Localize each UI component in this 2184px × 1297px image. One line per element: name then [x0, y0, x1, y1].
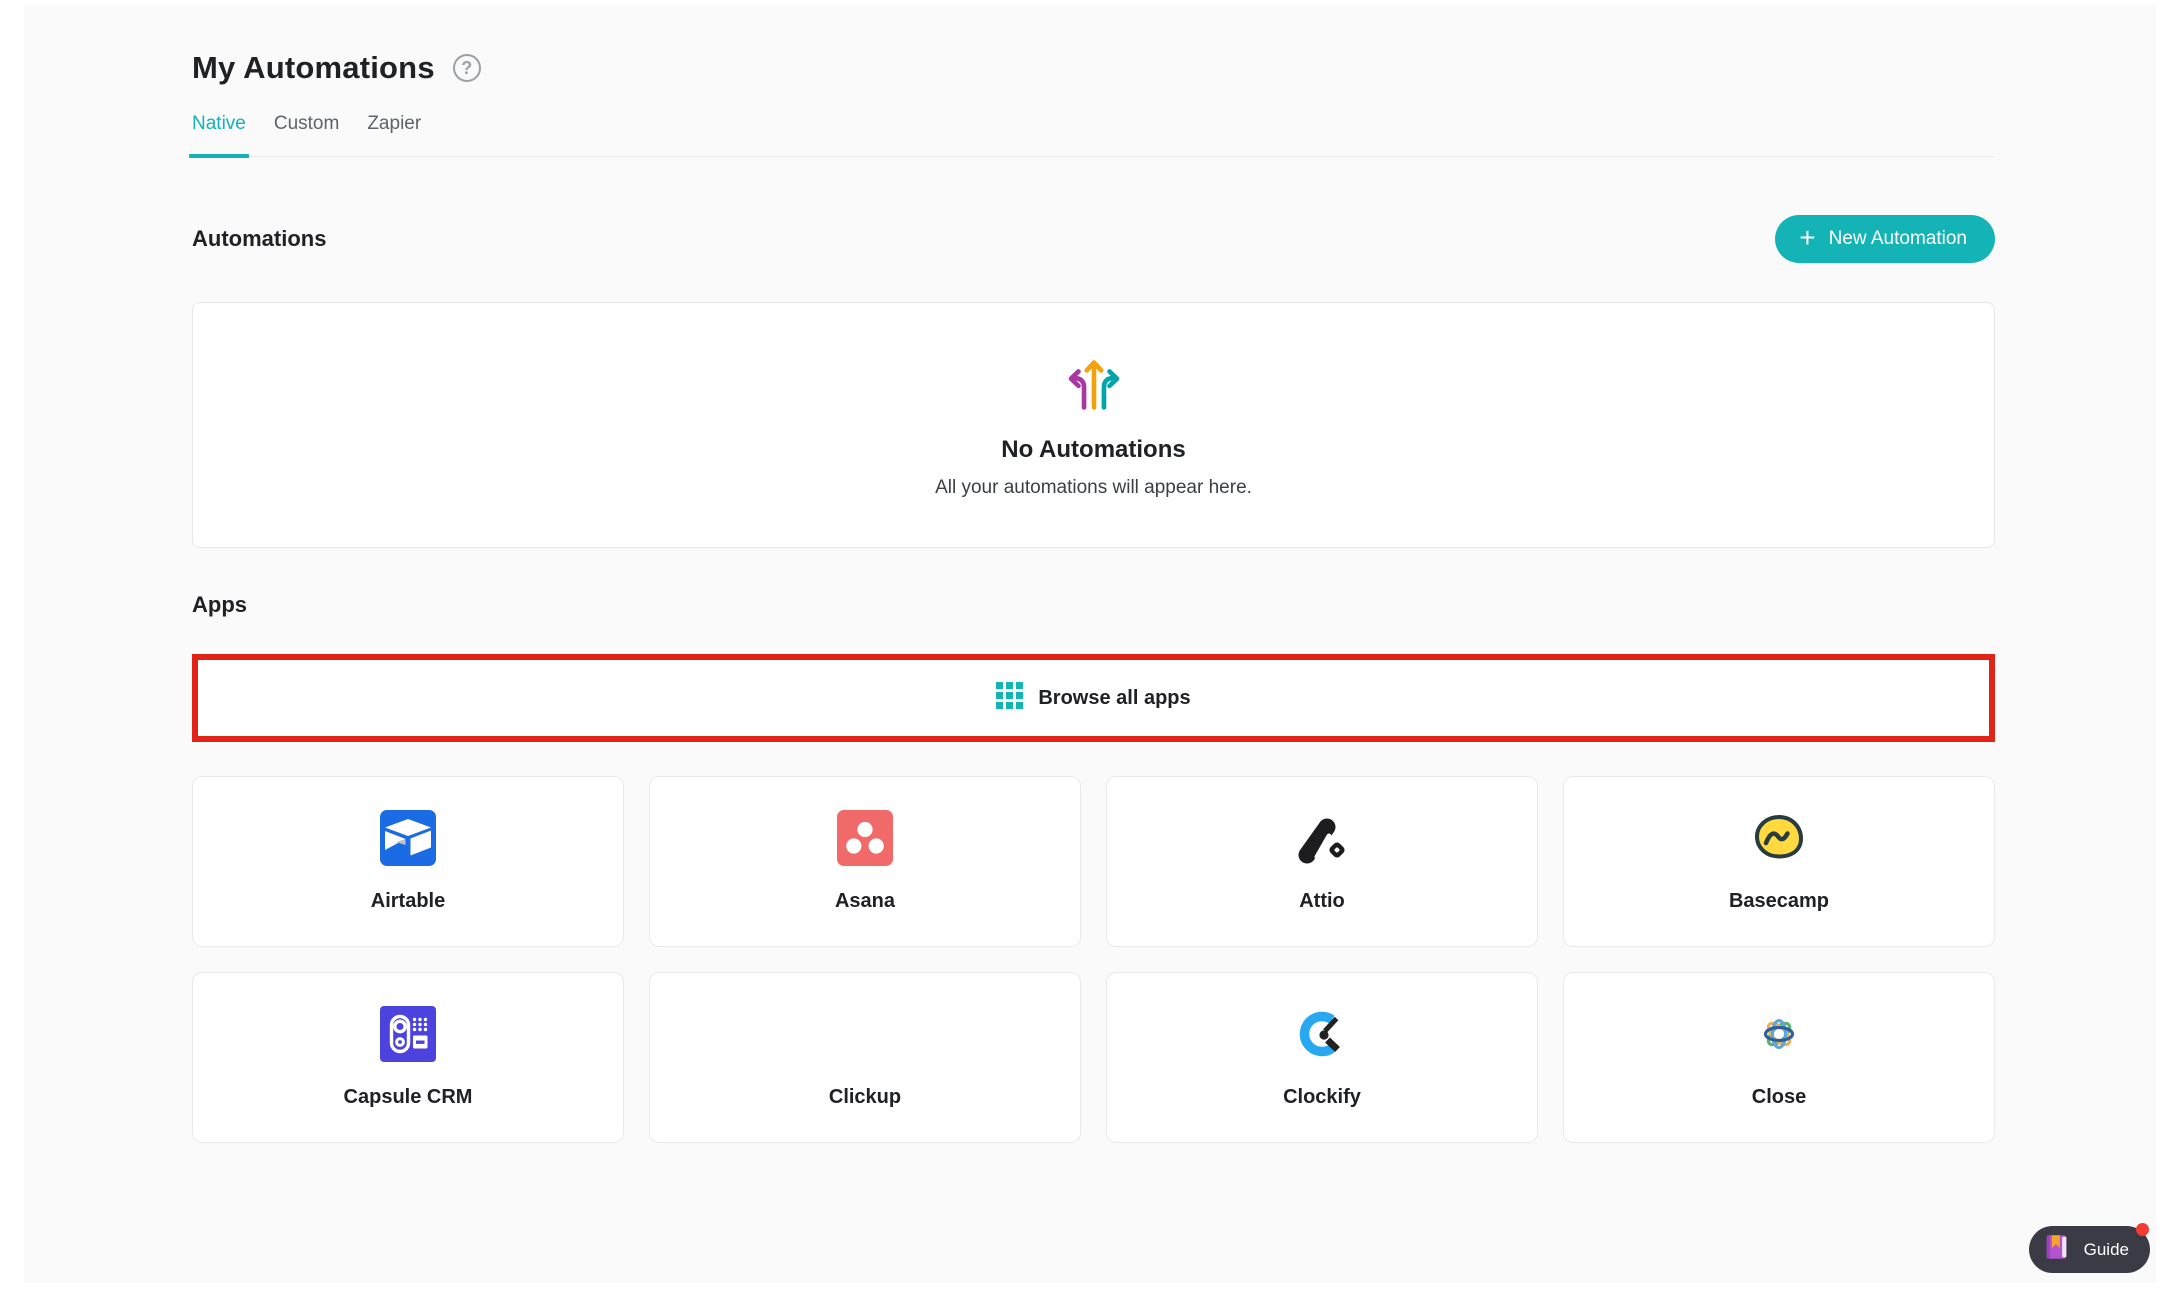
app-card-airtable[interactable]: Airtable	[192, 776, 624, 947]
apps-heading: Apps	[192, 592, 1995, 618]
guide-button[interactable]: Guide	[2029, 1226, 2150, 1273]
new-automation-label: New Automation	[1829, 228, 1967, 250]
page-header: My Automations ?	[192, 50, 1995, 86]
browse-all-apps-label: Browse all apps	[1038, 687, 1190, 710]
empty-state-subtitle: All your automations will appear here.	[935, 477, 1252, 499]
app-name: Airtable	[371, 890, 445, 913]
tab-zapier[interactable]: Zapier	[367, 113, 421, 156]
attio-icon	[1294, 810, 1350, 866]
app-name: Asana	[835, 890, 895, 913]
close-crm-icon	[1751, 1006, 1807, 1062]
app-name: Clickup	[829, 1086, 901, 1109]
tab-custom[interactable]: Custom	[274, 113, 339, 156]
app-card-close[interactable]: Close	[1563, 972, 1995, 1143]
clockify-icon	[1294, 1006, 1350, 1062]
airtable-icon	[380, 810, 436, 866]
automations-heading: Automations	[192, 226, 326, 252]
basecamp-icon	[1751, 810, 1807, 866]
tab-native[interactable]: Native	[192, 113, 246, 156]
branching-arrows-icon	[1063, 351, 1125, 418]
notification-dot	[2136, 1223, 2149, 1236]
highlight-border: Browse all apps	[192, 654, 1995, 742]
app-card-clockify[interactable]: Clockify	[1106, 972, 1538, 1143]
book-icon	[2042, 1232, 2072, 1267]
main-content: My Automations ? Native Custom Zapier Auto…	[24, 4, 2156, 1143]
asana-icon	[837, 810, 893, 866]
app-name: Close	[1752, 1086, 1806, 1109]
empty-state-title: No Automations	[1001, 436, 1185, 464]
tabs: Native Custom Zapier	[192, 113, 1995, 157]
grid-icon	[996, 682, 1023, 714]
automations-section-header: Automations + New Automation	[192, 215, 1995, 263]
clickup-icon	[837, 1006, 893, 1062]
app-name: Attio	[1299, 890, 1345, 913]
capsule-crm-icon	[380, 1006, 436, 1062]
page: My Automations ? Native Custom Zapier Auto…	[24, 4, 2156, 1283]
app-name: Clockify	[1283, 1086, 1361, 1109]
page-title: My Automations	[192, 50, 435, 86]
app-card-basecamp[interactable]: Basecamp	[1563, 776, 1995, 947]
app-card-attio[interactable]: Attio	[1106, 776, 1538, 947]
help-circle-icon[interactable]: ?	[453, 54, 481, 82]
app-card-capsule-crm[interactable]: Capsule CRM	[192, 972, 624, 1143]
app-name: Basecamp	[1729, 890, 1829, 913]
empty-state-card: No Automations All your automations will…	[192, 302, 1995, 548]
new-automation-button[interactable]: + New Automation	[1775, 215, 1995, 263]
app-name: Capsule CRM	[344, 1086, 473, 1109]
app-card-clickup[interactable]: Clickup	[649, 972, 1081, 1143]
browse-all-apps-button[interactable]: Browse all apps	[198, 660, 1989, 736]
app-card-asana[interactable]: Asana	[649, 776, 1081, 947]
guide-label: Guide	[2084, 1240, 2129, 1260]
apps-grid: Airtable Asana Attio Basecamp	[192, 776, 1995, 1143]
